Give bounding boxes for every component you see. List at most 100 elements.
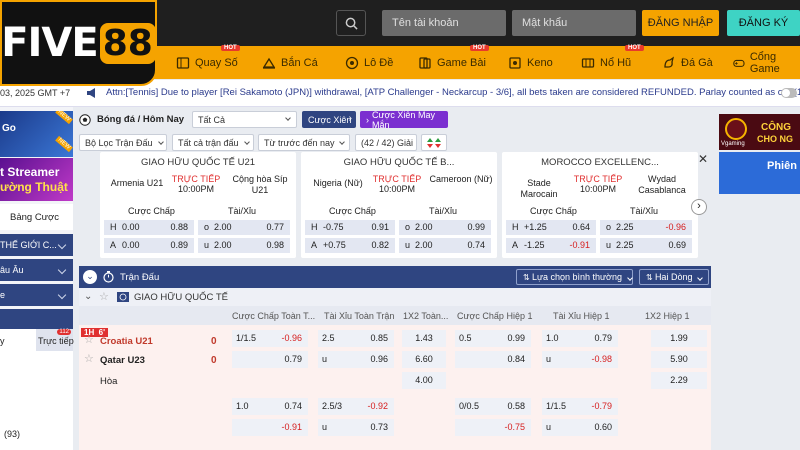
chevron-right-icon: › xyxy=(697,200,701,212)
promo-banner[interactable]: Phiên xyxy=(719,152,800,194)
card-handicap-odds[interactable]: A 0.00 0.89 xyxy=(104,238,194,253)
odds-side: o xyxy=(204,222,210,232)
nav-item-ban-ca[interactable]: Bắn Cá xyxy=(262,46,318,79)
odds-cell[interactable]: 5.90 xyxy=(651,351,707,368)
sidebar-tab-today[interactable]: y xyxy=(0,329,36,351)
odds-line: u xyxy=(322,422,328,432)
view-mode-select[interactable]: ⇅ Lựa chọn bình thường xyxy=(516,269,633,285)
odds-cell[interactable]: 2.29 xyxy=(651,372,707,389)
tab-label: Trực tiếp xyxy=(38,336,74,346)
match-type-select[interactable]: Tất cả trận đấu xyxy=(172,134,254,151)
announcement-toggle[interactable] xyxy=(781,88,797,98)
odds-display-select[interactable]: ⇅ Hai Dòng xyxy=(639,269,709,285)
card-ou-odds[interactable]: u 2.00 0.74 xyxy=(399,238,491,253)
sidebar-banner-streamer[interactable]: t Streamer ường Thuật xyxy=(0,158,73,201)
nav-item-cong-game[interactable]: Cổng Game xyxy=(733,46,800,79)
card-ou-odds[interactable]: u 2.25 0.69 xyxy=(600,238,692,253)
star-icon[interactable]: ☆ xyxy=(84,333,94,346)
odds-cell[interactable]: 1.43 xyxy=(402,330,446,347)
odds-cell[interactable]: 1.0 0.74 xyxy=(232,398,308,415)
password-input[interactable] xyxy=(512,10,636,36)
card-ou-odds[interactable]: u 2.00 0.98 xyxy=(198,238,290,253)
odds-cell[interactable]: 6.60 xyxy=(402,351,446,368)
sidebar-section-world[interactable]: THẾ GIỚI C... xyxy=(0,234,73,256)
odds-cell[interactable]: -0.75 xyxy=(455,419,531,436)
card-ou-odds[interactable]: o 2.00 0.99 xyxy=(399,220,491,235)
chevron-down-icon xyxy=(627,275,633,281)
odds-line: u xyxy=(322,354,328,364)
bet-list-button[interactable]: Bảng Cược xyxy=(0,204,73,230)
sidebar-section-3[interactable]: e xyxy=(0,284,73,306)
star-icon[interactable]: ☆ xyxy=(99,290,109,303)
odds-price: 0.91 xyxy=(371,222,389,232)
odds-cell[interactable]: 2.5 0.85 xyxy=(318,330,394,347)
sidebar-tab-live[interactable]: Trực tiếp 112 xyxy=(36,329,74,351)
sidebar-banner-games[interactable]: Go NEW NEW xyxy=(0,111,73,157)
card-ou-odds[interactable]: o 2.25 -0.96 xyxy=(600,220,692,235)
odds-cell[interactable]: u 0.60 xyxy=(542,419,618,436)
login-button[interactable]: ĐĂNG NHẬP xyxy=(642,10,719,36)
odds-cell[interactable]: 4.00 xyxy=(402,372,446,389)
chevron-down-icon xyxy=(157,138,164,145)
card-handicap-odds[interactable]: A +0.75 0.82 xyxy=(305,238,395,253)
league-filter-select[interactable]: Bộ Lọc Trận Đấu xyxy=(79,134,167,151)
vgaming-banner[interactable]: Vgaming CÔNG CHO NG xyxy=(719,114,800,150)
matches-title: Trận Đấu xyxy=(120,272,160,283)
odds-price: 0.69 xyxy=(668,240,686,250)
odds-cell[interactable]: u 0.96 xyxy=(318,351,394,368)
day-select[interactable]: Tất Cả xyxy=(192,111,297,128)
odds-cell[interactable]: u -0.98 xyxy=(542,351,618,368)
odds-cell[interactable]: 0.79 xyxy=(232,351,308,368)
odds-cell[interactable]: 1/1.5 -0.79 xyxy=(542,398,618,415)
nav-item-lo-de[interactable]: Lô Đề xyxy=(345,46,393,79)
odds-cell[interactable]: 1/1.5 -0.96 xyxy=(232,330,308,347)
sort-select[interactable]: Từ trước đến nay xyxy=(258,134,350,151)
featured-match-card[interactable]: GIAO HỮU QUỐC TẾ B... Nigeria (Nữ) TRỰC … xyxy=(301,152,497,258)
parlay-button[interactable]: Cược Xiên › xyxy=(302,111,356,128)
featured-match-card[interactable]: MOROCCO EXCELLENC... Stade Marocain TRỰC… xyxy=(502,152,698,258)
card-handicap-odds[interactable]: H +1.25 0.64 xyxy=(506,220,596,235)
odds-cell[interactable]: 1.0 0.79 xyxy=(542,330,618,347)
odds-price: 5.90 xyxy=(670,354,688,364)
odds-cell[interactable]: 1.99 xyxy=(651,330,707,347)
odds-cell[interactable]: 0.5 0.99 xyxy=(455,330,531,347)
league-count-button[interactable]: (42 / 42) Giải xyxy=(355,134,417,151)
carousel-next-button[interactable]: › xyxy=(691,199,707,215)
star-icon[interactable]: ☆ xyxy=(84,352,94,365)
odds-cell[interactable]: u 0.73 xyxy=(318,419,394,436)
odds-cell[interactable]: 0/0.5 0.58 xyxy=(455,398,531,415)
select-label: Hai Dòng xyxy=(654,272,693,282)
odds-side: A xyxy=(512,240,519,250)
odds-cell[interactable]: -0.91 xyxy=(232,419,308,436)
draw-label: Hòa xyxy=(100,376,118,387)
nav-item-quay-so[interactable]: Quay Số HOT xyxy=(176,45,240,79)
select-label: Lựa chọn bình thường xyxy=(531,272,622,282)
card-ou-odds[interactable]: o 2.00 0.77 xyxy=(198,220,290,235)
five88-logo[interactable]: FIVE 88 xyxy=(0,0,157,86)
nav-item-keno[interactable]: Keno xyxy=(508,46,553,79)
chevron-down-icon xyxy=(339,138,346,145)
lucky-parlay-button[interactable]: › Cược Xiên May Mắn xyxy=(360,110,448,130)
chevron-down-icon[interactable]: ⌄ xyxy=(84,291,92,302)
nav-item-no-hu[interactable]: Nổ Hũ HOT xyxy=(581,45,644,79)
odds-cell[interactable]: 2.5/3 -0.92 xyxy=(318,398,394,415)
featured-match-card[interactable]: GIAO HỮU QUỐC TẾ U21 Armenia U21 TRỰC TI… xyxy=(100,152,296,258)
odds-price: 0.84 xyxy=(507,354,525,364)
card-handicap-odds[interactable]: H -0.75 0.91 xyxy=(305,220,395,235)
card-handicap-odds[interactable]: H 0.00 0.88 xyxy=(104,220,194,235)
banner-text: CÔNG xyxy=(761,122,791,133)
odds-price: 1.99 xyxy=(670,333,688,343)
card-handicap-odds[interactable]: A -1.25 -0.91 xyxy=(506,238,596,253)
username-input[interactable] xyxy=(382,10,506,36)
sidebar-tab-bar xyxy=(0,309,73,329)
search-button[interactable] xyxy=(336,10,366,36)
sidebar-section-europe[interactable]: âu Âu xyxy=(0,259,73,281)
nav-item-da-ga[interactable]: Đá Gà xyxy=(662,46,713,79)
odds-price: 0.89 xyxy=(170,240,188,250)
sort-toggle-button[interactable] xyxy=(421,134,447,151)
register-button[interactable]: ĐĂNG KÝ xyxy=(727,10,800,36)
odds-cell[interactable]: 0.84 xyxy=(455,351,531,368)
close-icon[interactable]: ✕ xyxy=(697,153,709,165)
collapse-toggle[interactable]: ⌄ xyxy=(83,270,97,284)
nav-item-game-bai[interactable]: Game Bài HOT xyxy=(418,45,489,79)
